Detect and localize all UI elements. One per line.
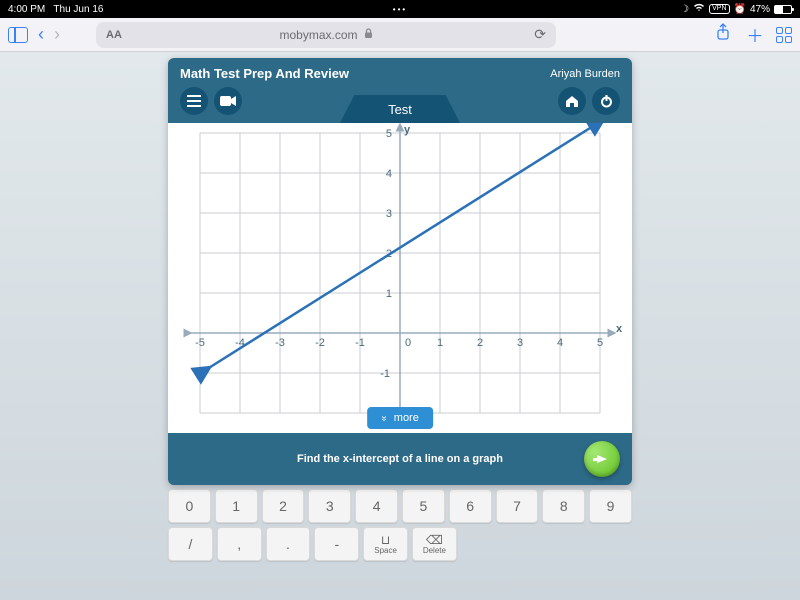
key-4[interactable]: 4	[355, 489, 398, 523]
safari-toolbar: ‹ › AA mobymax.com ⟳ ＋	[0, 18, 800, 52]
key-0[interactable]: 0	[168, 489, 211, 523]
text-size-button[interactable]: AA	[106, 29, 122, 41]
svg-text:5: 5	[386, 128, 392, 140]
numeric-keypad: 0 1 2 3 4 5 6 7 8 9 / , . - ⊔ Space ⌫ De…	[168, 489, 632, 561]
submit-button[interactable]	[584, 441, 620, 477]
coordinate-plane: -5-4-3-2-1 0 12345 5 4 3 2 1 -1 -2	[168, 123, 632, 433]
ios-status-bar: 4:00 PM Thu Jun 16 ••• ☽ VPN ⏰ 47%	[0, 0, 800, 18]
app-card: Math Test Prep And Review Ariyah Burden …	[168, 58, 632, 485]
address-bar[interactable]: AA mobymax.com ⟳	[96, 22, 556, 48]
forward-button: ›	[54, 24, 60, 45]
svg-text:4: 4	[557, 337, 563, 349]
page-title: Math Test Prep And Review	[180, 66, 349, 81]
battery-pct: 47%	[750, 4, 770, 15]
status-right-cluster: ☽ VPN ⏰ 47%	[680, 3, 792, 15]
key-dot[interactable]: .	[266, 527, 311, 561]
status-time: 4:00 PM	[8, 4, 45, 15]
share-button[interactable]	[712, 23, 734, 46]
keypad-row-2: / , . - ⊔ Space ⌫ Delete	[168, 527, 632, 561]
home-button[interactable]	[558, 87, 586, 115]
status-time-date: 4:00 PM Thu Jun 16	[8, 4, 103, 15]
svg-text:3: 3	[517, 337, 523, 349]
new-tab-button[interactable]: ＋	[744, 22, 766, 47]
key-2[interactable]: 2	[262, 489, 305, 523]
svg-text:-5: -5	[195, 337, 205, 349]
more-label: more	[394, 412, 419, 424]
key-delete[interactable]: ⌫ Delete	[412, 527, 457, 561]
y-axis-label: y	[404, 124, 410, 136]
key-slash[interactable]: /	[168, 527, 213, 561]
svg-text:1: 1	[437, 337, 443, 349]
svg-text:2: 2	[477, 337, 483, 349]
key-7[interactable]: 7	[496, 489, 539, 523]
key-5[interactable]: 5	[402, 489, 445, 523]
question-text: Find the x-intercept of a line on a grap…	[297, 453, 503, 465]
more-button[interactable]: more	[367, 407, 433, 429]
key-8[interactable]: 8	[542, 489, 585, 523]
key-3[interactable]: 3	[308, 489, 351, 523]
status-date: Thu Jun 16	[53, 4, 103, 15]
battery-icon	[774, 5, 792, 14]
keypad-row-1: 0 1 2 3 4 5 6 7 8 9	[168, 489, 632, 523]
app-header: Math Test Prep And Review Ariyah Burden	[168, 58, 632, 87]
wifi-icon	[693, 3, 705, 15]
address-domain: mobymax.com	[279, 28, 357, 42]
svg-text:-1: -1	[355, 337, 365, 349]
svg-text:1: 1	[386, 288, 392, 300]
vpn-badge: VPN	[709, 4, 729, 14]
svg-text:5: 5	[597, 337, 603, 349]
delete-icon: ⌫	[426, 534, 443, 546]
key-9[interactable]: 9	[589, 489, 632, 523]
key-minus[interactable]: -	[314, 527, 359, 561]
tab-test-label: Test	[388, 102, 412, 117]
svg-text:-2: -2	[315, 337, 325, 349]
key-delete-label: Delete	[423, 547, 446, 555]
lock-icon	[364, 28, 373, 42]
space-icon: ⊔	[381, 534, 390, 546]
question-strip: Find the x-intercept of a line on a grap…	[168, 433, 632, 485]
svg-text:0: 0	[405, 337, 411, 349]
graph-panel: -5-4-3-2-1 0 12345 5 4 3 2 1 -1 -2 y x m…	[168, 123, 632, 433]
tabs-button[interactable]	[776, 27, 792, 43]
user-name: Ariyah Burden	[550, 68, 620, 80]
reload-icon[interactable]: ⟳	[534, 26, 546, 43]
status-handle-dots: •••	[393, 5, 407, 14]
back-button[interactable]: ‹	[38, 24, 44, 45]
sidebar-toggle-icon[interactable]	[8, 27, 28, 43]
app-toolbar: Test	[168, 87, 632, 123]
video-button[interactable]	[214, 87, 242, 115]
dnd-icon: ☽	[680, 4, 689, 15]
key-space-label: Space	[374, 547, 397, 555]
key-space[interactable]: ⊔ Space	[363, 527, 408, 561]
alarm-icon: ⏰	[734, 4, 746, 15]
svg-text:-3: -3	[275, 337, 285, 349]
key-1[interactable]: 1	[215, 489, 258, 523]
svg-text:3: 3	[386, 208, 392, 220]
key-comma[interactable]: ,	[217, 527, 262, 561]
power-button[interactable]	[592, 87, 620, 115]
svg-text:4: 4	[386, 168, 392, 180]
tab-test[interactable]: Test	[340, 95, 460, 123]
plotted-line	[204, 123, 598, 371]
key-6[interactable]: 6	[449, 489, 492, 523]
x-axis-label: x	[616, 323, 622, 335]
svg-text:-1: -1	[380, 368, 390, 380]
menu-button[interactable]	[180, 87, 208, 115]
